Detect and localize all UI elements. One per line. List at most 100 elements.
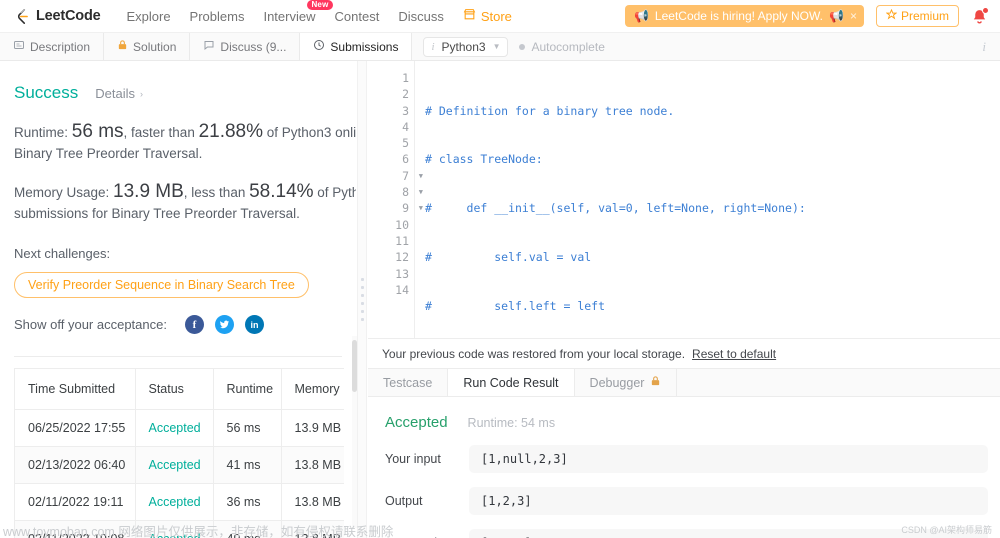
submissions-table-wrapper: Time Submitted Status Runtime Memory 06/…: [14, 368, 344, 538]
tab-testcase[interactable]: Testcase: [368, 369, 449, 396]
code-line: # Definition for a binary tree node.: [425, 103, 675, 118]
language-label: Python3: [441, 39, 486, 54]
runtime-mid: , faster than: [123, 125, 199, 140]
problem-tabbar: Description Solution Discuss (9... Submi…: [0, 33, 1000, 61]
details-link[interactable]: Details ›: [95, 86, 143, 101]
console-tabbar: Testcase Run Code Result Debugger: [368, 368, 1000, 397]
tab-label: Debugger: [589, 375, 645, 390]
autocomplete-label: Autocomplete: [531, 39, 605, 54]
line-number: 9 ▼: [402, 201, 423, 216]
line-number: 5: [402, 136, 409, 151]
runtime-value: 56 ms: [71, 121, 124, 142]
brand-logo[interactable]: LeetCode: [14, 8, 101, 25]
lock-icon: [117, 39, 128, 54]
info-icon: i: [431, 40, 435, 53]
table-header-row: Time Submitted Status Runtime Memory: [15, 369, 344, 410]
memory-suffix: of Python3 onl: [317, 185, 356, 200]
table-row[interactable]: 02/11/2022 19:11 Accepted 36 ms 13.8 MB: [15, 483, 344, 521]
hiring-banner[interactable]: 📢 LeetCode is hiring! Apply NOW. 📢 ×: [624, 5, 864, 27]
column-header-status: Status: [135, 369, 214, 410]
column-header-runtime: Runtime: [213, 369, 282, 410]
tab-discuss[interactable]: Discuss (9...: [190, 33, 301, 60]
your-input-label: Your input: [385, 452, 441, 466]
runtime-percentile: 21.88%: [198, 121, 264, 142]
code-line: # def __init__(self, val=0, left=None, r…: [425, 201, 806, 216]
table-row[interactable]: 02/13/2022 06:40 Accepted 41 ms 13.8 MB: [15, 446, 344, 484]
nav-item-store[interactable]: Store: [463, 8, 512, 24]
panel-splitter-handle[interactable]: [357, 61, 367, 538]
autocomplete-toggle[interactable]: Autocomplete: [519, 39, 605, 54]
tab-solution[interactable]: Solution: [104, 33, 191, 60]
output-label: Output: [385, 494, 423, 508]
details-label: Details: [95, 86, 135, 101]
code-editor[interactable]: 1 2 3 4 5 6 7 ▼ 8 ▼ 9 ▼ 10 11 12 13 14 # De…: [368, 61, 1000, 338]
next-challenge-link[interactable]: Verify Preorder Sequence in Binary Searc…: [14, 272, 309, 298]
line-number: 12: [395, 250, 409, 265]
leetcode-logo-icon: [14, 8, 31, 25]
navbar-right-group: 📢 LeetCode is hiring! Apply NOW. 📢 × Pre…: [624, 5, 989, 27]
runtime-line2: Binary Tree Preorder Traversal.: [14, 146, 203, 161]
megaphone-left-icon: 📢: [633, 9, 649, 23]
comment-icon: [203, 39, 215, 54]
share-twitter-icon[interactable]: [214, 315, 234, 334]
tab-description[interactable]: Description: [0, 33, 105, 60]
line-number: 2: [402, 87, 409, 102]
line-number: 11: [395, 233, 409, 248]
code-line: # self.left = left: [425, 299, 606, 314]
column-header-memory: Memory: [281, 369, 344, 410]
close-icon[interactable]: ×: [850, 9, 857, 23]
table-row[interactable]: 06/25/2022 17:55 Accepted 56 ms 13.9 MB: [15, 409, 344, 447]
restore-notice-bar: Your previous code was restored from you…: [368, 338, 1000, 368]
expected-value: [1,2,3]: [469, 529, 988, 538]
tab-label: Description: [30, 39, 91, 54]
lock-icon: [650, 375, 661, 390]
table-row[interactable]: 02/11/2022 19:08 Accepted 49 ms 13.8 MB: [15, 520, 344, 538]
editor-info-icon[interactable]: i: [982, 39, 986, 55]
share-linkedin-icon[interactable]: in: [244, 315, 264, 334]
memory-percentile: 58.14%: [249, 181, 314, 202]
cell-status[interactable]: Accepted: [135, 483, 214, 521]
code-line: # self.val = val: [425, 250, 592, 265]
brand-name: LeetCode: [36, 8, 101, 24]
line-number: 4: [402, 119, 409, 134]
runtime-prefix: Runtime:: [14, 125, 72, 140]
share-label: Show off your acceptance:: [14, 317, 167, 332]
document-icon: [13, 39, 25, 54]
language-selector[interactable]: i Python3 ▼: [423, 36, 509, 57]
tab-debugger[interactable]: Debugger: [575, 369, 678, 396]
new-badge: New: [307, 0, 333, 10]
share-facebook-icon[interactable]: f: [184, 315, 204, 334]
nav-item-problems[interactable]: Problems: [190, 9, 245, 24]
store-label: Store: [480, 8, 512, 24]
tab-label: Discuss (9...: [220, 39, 287, 54]
nav-item-discuss[interactable]: Discuss: [398, 9, 444, 24]
premium-button[interactable]: Premium: [875, 5, 959, 27]
cell-runtime: 49 ms: [213, 520, 282, 538]
nav-item-contest[interactable]: Contest: [335, 9, 380, 24]
nav-item-interview[interactable]: Interview New: [263, 0, 333, 24]
tab-submissions[interactable]: Submissions: [300, 33, 413, 60]
output-row: Output [1,2,3]: [385, 487, 1000, 515]
code-text[interactable]: # Definition for a binary tree node. # c…: [415, 70, 1000, 338]
panel-divider: [14, 356, 342, 357]
cell-memory: 13.8 MB: [281, 483, 344, 521]
cell-status[interactable]: Accepted: [135, 409, 214, 447]
reset-to-default-link[interactable]: Reset to default: [692, 347, 776, 361]
your-input-value[interactable]: [1,null,2,3]: [469, 445, 988, 473]
line-number-gutter: 1 2 3 4 5 6 7 ▼ 8 ▼ 9 ▼ 10 11 12 13 14: [368, 70, 423, 338]
cell-time: 06/25/2022 17:55: [15, 409, 136, 447]
tab-run-code-result[interactable]: Run Code Result: [448, 369, 575, 396]
expected-row: Expected [1,2,3]: [385, 529, 1000, 538]
memory-value: 13.9 MB: [113, 181, 184, 202]
drag-grip-icon: [360, 278, 364, 321]
line-number: 8 ▼: [402, 185, 423, 200]
notification-bell-icon[interactable]: [971, 6, 989, 25]
tab-label: Run Code Result: [463, 375, 559, 390]
cell-runtime: 56 ms: [213, 409, 282, 447]
memory-line2: submissions for Binary Tree Preorder Tra…: [14, 206, 300, 221]
tab-label: Submissions: [330, 39, 399, 54]
nav-label: Interview: [263, 8, 316, 24]
nav-item-explore[interactable]: Explore: [126, 9, 170, 24]
cell-status[interactable]: Accepted: [135, 520, 214, 538]
cell-status[interactable]: Accepted: [135, 446, 214, 484]
